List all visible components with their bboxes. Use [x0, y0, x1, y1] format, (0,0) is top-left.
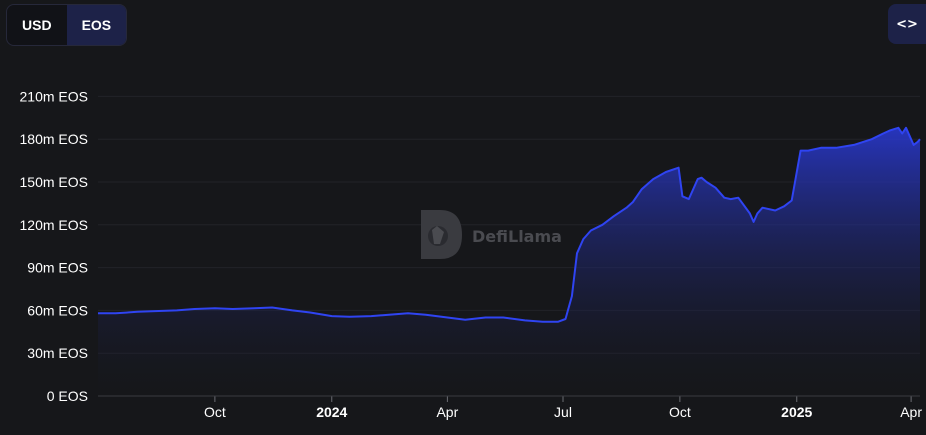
y-tick-label: 180m EOS: [20, 131, 88, 147]
y-tick-label: 30m EOS: [27, 345, 88, 361]
y-tick-label: 90m EOS: [27, 260, 88, 276]
x-tick-label: Jul: [554, 404, 572, 420]
y-tick-label: 150m EOS: [20, 174, 88, 190]
x-tick-label: Oct: [669, 404, 691, 420]
x-tick-label: Oct: [204, 404, 226, 420]
y-tick-label: 120m EOS: [20, 217, 88, 233]
watermark-text: DefiLlama: [472, 227, 562, 246]
tvl-area-chart: DefiLlama 0 EOS 30m EOS 60m EOS 90m EOS 120m…: [20, 88, 923, 420]
x-tick-label: Apr: [436, 404, 458, 420]
area-series: [98, 126, 921, 397]
x-axis: Oct 2024 Apr Jul Oct 2025 Apr: [98, 395, 922, 420]
y-axis: 0 EOS 30m EOS 60m EOS 90m EOS 120m EOS 150m E…: [20, 88, 88, 404]
defillama-watermark: DefiLlama: [421, 210, 562, 259]
y-tick-label: 210m EOS: [20, 88, 88, 104]
x-tick-label: 2025: [781, 404, 812, 420]
defillama-logo-icon: [421, 210, 462, 259]
y-tick-label: 60m EOS: [27, 302, 88, 318]
y-tick-label: 0 EOS: [47, 388, 88, 404]
x-tick-label: Apr: [900, 404, 922, 420]
x-tick-label: 2024: [316, 404, 347, 420]
